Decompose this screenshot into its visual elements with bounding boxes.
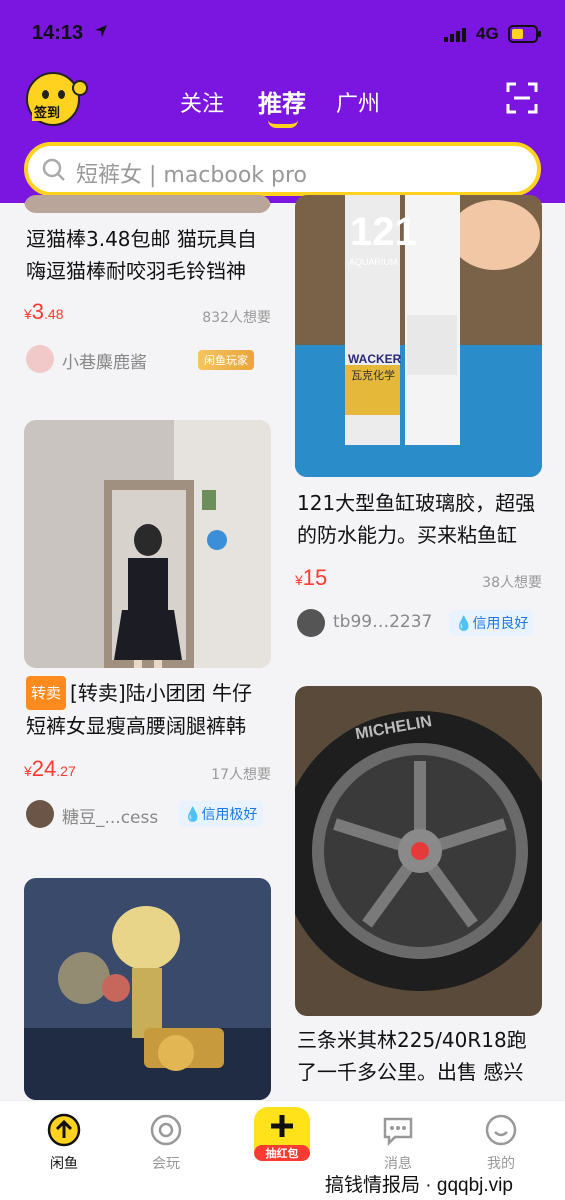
mascot-eye bbox=[58, 90, 65, 99]
ring-icon bbox=[150, 1114, 182, 1146]
nav-play[interactable]: 会玩 bbox=[126, 1113, 206, 1172]
want-count: 17人想要 bbox=[211, 767, 271, 783]
tube-label-number: 121 bbox=[350, 210, 417, 254]
nav-label: 抽红包 bbox=[254, 1145, 310, 1161]
avatar bbox=[297, 609, 325, 637]
nav-messages[interactable]: 消息 bbox=[358, 1113, 438, 1172]
product-price: ¥24.27 bbox=[24, 756, 76, 781]
status-badge: 闲鱼玩家 bbox=[198, 350, 254, 370]
nav-home[interactable]: 闲鱼 bbox=[24, 1113, 104, 1172]
mascot-eye bbox=[42, 90, 49, 99]
header: 14:13 4G 签到 关注 推荐 广州 短裤女 | macbook pro bbox=[0, 0, 565, 203]
arrow-up-circle-icon bbox=[47, 1113, 81, 1147]
seller-name: 糖豆_...cess bbox=[62, 808, 159, 828]
status-time: 14:13 bbox=[32, 22, 84, 44]
product-card[interactable]: MICHELIN 三条米其林225/40R18跑了一千多公里。出售 感兴 bbox=[295, 686, 542, 1100]
nav-red-packet-button[interactable]: 抽红包 bbox=[254, 1107, 310, 1161]
nav-label: 会玩 bbox=[152, 1156, 180, 1172]
product-card[interactable]: 转卖 [转卖]陆小团团 牛仔短裤女显瘦高腰阔腿裤韩 ¥24.27 17人想要 糖豆… bbox=[24, 420, 271, 840]
search-input[interactable]: 短裤女 | macbook pro bbox=[76, 157, 307, 189]
product-title: 三条米其林225/40R18跑了一千多公里。出售 感兴 bbox=[297, 1028, 527, 1084]
network-label: 4G bbox=[476, 24, 499, 43]
product-title: 逗猫棒3.48包邮 猫玩具自嗨逗猫棒耐咬羽毛铃铛神 bbox=[26, 227, 257, 283]
smile-icon bbox=[485, 1114, 517, 1146]
signal-icon bbox=[444, 28, 466, 42]
resale-tag: 转卖 bbox=[26, 676, 67, 710]
avatar bbox=[26, 800, 54, 828]
product-card[interactable] bbox=[24, 878, 271, 1100]
product-image: 121 AQUARIUM WACKER 瓦克化学 bbox=[295, 195, 542, 477]
tab-follow[interactable]: 关注 bbox=[180, 86, 224, 118]
seller-name: 小巷麋鹿酱 bbox=[62, 353, 147, 373]
status-bar: 14:13 4G bbox=[0, 0, 565, 70]
tube-label-brand-cn: 瓦克化学 bbox=[351, 368, 395, 382]
coin-icon bbox=[72, 80, 88, 96]
nav-me[interactable]: 我的 bbox=[461, 1113, 541, 1172]
product-image bbox=[24, 420, 271, 668]
product-image bbox=[24, 195, 271, 213]
chat-bubble-icon bbox=[383, 1117, 413, 1147]
active-tab-indicator bbox=[268, 120, 298, 128]
seller-name: tb99…2237 bbox=[333, 612, 433, 632]
credit-badge: 💧信用良好 bbox=[449, 610, 535, 636]
signin-label: 签到 bbox=[32, 102, 63, 121]
scan-icon[interactable] bbox=[506, 82, 538, 114]
credit-drop-icon: 💧 bbox=[184, 807, 202, 823]
product-price: ¥15 bbox=[295, 565, 328, 590]
product-title: 转卖 [转卖]陆小团团 牛仔短裤女显瘦高腰阔腿裤韩 bbox=[24, 676, 271, 742]
battery-icon bbox=[508, 25, 541, 43]
product-card[interactable]: 121 AQUARIUM WACKER 瓦克化学 121大型鱼缸玻璃胶，超强的防… bbox=[295, 195, 542, 645]
location-arrow-icon bbox=[95, 25, 107, 37]
signin-button[interactable]: 签到 bbox=[26, 72, 88, 126]
product-image: MICHELIN bbox=[295, 686, 542, 1016]
product-card[interactable]: 逗猫棒3.48包邮 猫玩具自嗨逗猫棒耐咬羽毛铃铛神 ¥3.48 832人想要 小… bbox=[24, 195, 271, 390]
tab-recommend[interactable]: 推荐 bbox=[258, 84, 306, 119]
product-title: 121大型鱼缸玻璃胶，超强的防水能力。买来粘鱼缸 bbox=[297, 491, 536, 547]
product-price: ¥3.48 bbox=[24, 299, 64, 324]
credit-badge: 💧信用极好 bbox=[178, 801, 264, 827]
avatar bbox=[26, 345, 54, 373]
want-count: 38人想要 bbox=[482, 575, 542, 591]
watermark: 搞钱情报局 · gqqbj.vip bbox=[325, 1175, 513, 1196]
search-bar[interactable]: 短裤女 | macbook pro bbox=[24, 142, 541, 196]
tab-guangzhou[interactable]: 广州 bbox=[336, 86, 380, 118]
tube-label-brand: WACKER bbox=[348, 352, 402, 366]
want-count: 832人想要 bbox=[202, 310, 271, 326]
credit-drop-icon: 💧 bbox=[455, 616, 473, 632]
nav-label: 闲鱼 bbox=[50, 1156, 78, 1172]
product-image bbox=[24, 878, 271, 1100]
search-icon bbox=[42, 158, 65, 181]
plus-icon bbox=[271, 1115, 293, 1137]
tube-label-sub: AQUARIUM bbox=[349, 257, 398, 267]
